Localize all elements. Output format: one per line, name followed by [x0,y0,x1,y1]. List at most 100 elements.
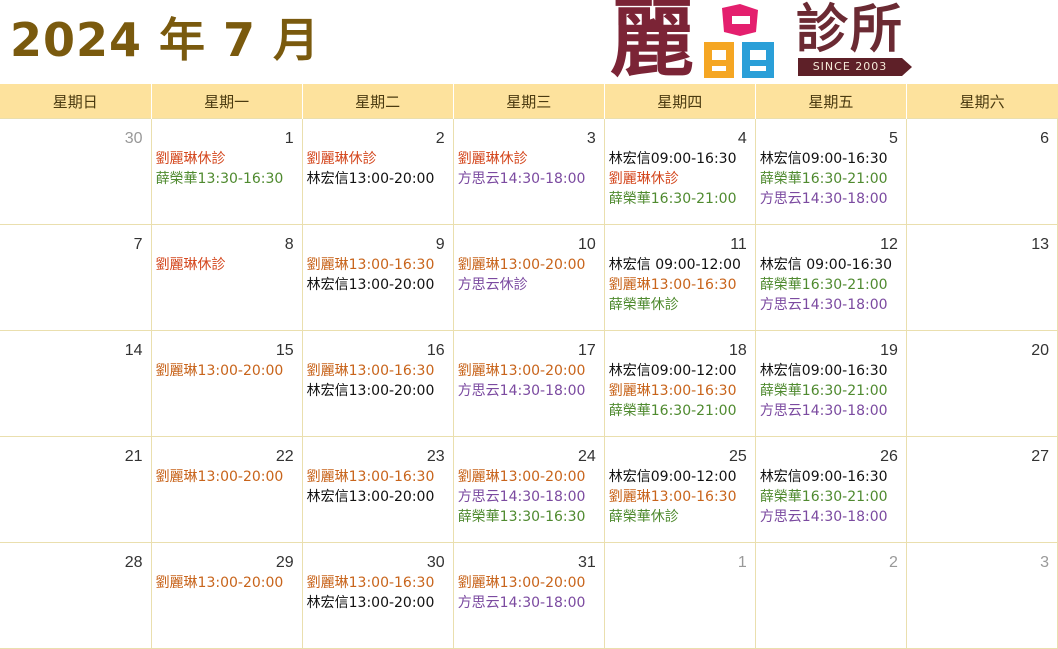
day-number: 31 [577,554,596,571]
day-cell[interactable]: 15 劉麗琳13:00-20:00 [150,330,303,437]
day-cell[interactable]: 22 劉麗琳13:00-20:00 [150,436,303,543]
day-number: 27 [1031,448,1049,465]
schedule-entry: 薛榮華13:30-16:30 [457,509,586,525]
day-cell[interactable]: 17 劉麗琳13:00-20:00 方思云14:30-18:00 [452,330,605,437]
weekday-header: 星期四 [603,84,756,119]
day-number: 24 [577,448,596,465]
day-cell[interactable]: 27 [905,436,1058,543]
schedule-entry: 林宏信13:00-20:00 [306,171,435,187]
schedule-entry: 劉麗琳13:00-16:30 [608,489,737,505]
calendar-body: 30 1 劉麗琳休診 薛榮華13:30-16:30 2 劉麗琳休診 林宏信13:00-20:… [0,118,1058,649]
schedule-entry: 林宏信09:00-16:30 [759,469,888,485]
schedule-entry: 林宏信09:00-16:30 [759,363,888,379]
schedule-entry: 薛榮華16:30-21:00 [608,403,737,419]
day-cell[interactable]: 1 [603,542,756,649]
day-number: 11 [730,236,747,253]
weekday-header: 星期二 [301,84,454,119]
day-cell[interactable]: 2 劉麗琳休診林宏信13:00-20:00 [301,118,454,225]
schedule-entry: 薛榮華休診 [608,509,679,525]
schedule-entry: 方思云14:30-18:00 [759,509,888,525]
day-cell[interactable]: 16 劉麗琳13:00-16:30 林宏信13:00-20:00 [301,330,454,437]
day-cell[interactable]: 24 劉麗琳13:00-20:00 方思云14:30-18:00 薛榮華13:30-1… [452,436,605,543]
day-cell[interactable]: 29 劉麗琳13:00-20:00 [150,542,303,649]
schedule-list: 劉麗琳13:00-20:00 [152,361,302,381]
schedule-entry: 林宏信09:00-12:00 [608,469,737,485]
schedule-list: 劉麗琳13:00-16:30 林宏信13:00-20:00 [303,573,453,613]
day-cell[interactable]: 25 林宏信09:00-12:00 劉麗琳13:00-16:30 薛榮華休診 [603,436,756,543]
day-cell[interactable]: 2 [754,542,907,649]
schedule-entry: 方思云14:30-18:00 [457,171,586,187]
day-cell[interactable]: 20 [905,330,1058,437]
day-number: 1 [284,130,294,147]
schedule-entry: 劉麗琳休診 [457,151,528,167]
schedule-entry: 林宏信13:00-20:00 [306,383,435,399]
schedule-entry: 劉麗琳13:00-16:30 [608,383,737,399]
day-number: 16 [426,342,445,359]
day-cell[interactable]: 5 林宏信09:00-16:30 薛榮華16:30-21:00 方思云14:30-18… [754,118,907,225]
week-row: 28 29 劉麗琳13:00-20:00 30 劉麗琳13:00-16:30 林宏信13:… [0,542,1058,649]
day-cell[interactable]: 18 林宏信09:00-12:00 劉麗琳13:00-16:30 薛榮華16:30-2… [603,330,756,437]
day-cell[interactable]: 28 [0,542,152,649]
schedule-list: 劉麗琳休診 [152,255,302,275]
day-number: 20 [1031,342,1049,359]
day-cell[interactable]: 4 林宏信09:00-16:30 劉麗琳休診 薛榮華16:30-21:00 [603,118,756,225]
clinic-logo: 麗 診所 SINCE 2003 [610,0,912,88]
day-cell[interactable]: 30 [0,118,152,225]
calendar-grid: 星期日 星期一 星期二 星期三 星期四 星期五 星期六 30 1 劉麗琳休診 薛榮華1… [0,84,1058,649]
schedule-entry: 方思云休診 [457,277,528,293]
schedule-list: 劉麗琳休診 薛榮華13:30-16:30 [152,149,302,189]
schedule-list: 劉麗琳13:00-20:00 [152,467,302,487]
day-cell[interactable]: 19 林宏信09:00-16:30 薛榮華16:30-21:00 方思云14:30-1… [754,330,907,437]
day-cell[interactable]: 26 林宏信09:00-16:30 薛榮華16:30-21:00 方思云14:30-1… [754,436,907,543]
day-cell[interactable]: 13 [905,224,1058,331]
schedule-entry: 林宏信09:00-12:00 [608,363,737,379]
day-cell[interactable]: 30 劉麗琳13:00-16:30 林宏信13:00-20:00 [301,542,454,649]
day-cell[interactable]: 12 林宏信 09:00-16:30 薛榮華16:30-21:00 方思云14:30-… [754,224,907,331]
day-number: 28 [124,554,143,571]
day-number: 15 [275,342,294,359]
weekday-header: 星期六 [905,84,1058,119]
schedule-list: 劉麗琳13:00-16:30 林宏信13:00-20:00 [303,467,453,507]
schedule-entry: 劉麗琳13:00-20:00 [155,575,284,591]
schedule-list: 劉麗琳13:00-20:00 方思云14:30-18:00 [454,573,604,613]
day-cell[interactable]: 3 劉麗琳休診 方思云14:30-18:00 [452,118,605,225]
schedule-entry: 林宏信13:00-20:00 [306,277,435,293]
schedule-entry: 劉麗琳13:00-16:30 [306,257,435,273]
weekday-header: 星期五 [754,84,907,119]
day-cell[interactable]: 1 劉麗琳休診 薛榮華13:30-16:30 [150,118,303,225]
day-cell[interactable]: 6 [905,118,1058,225]
day-cell[interactable]: 31 劉麗琳13:00-20:00 方思云14:30-18:00 [452,542,605,649]
day-cell[interactable]: 23 劉麗琳13:00-16:30 林宏信13:00-20:00 [301,436,454,543]
day-number: 25 [729,448,747,465]
day-cell[interactable]: 7 [0,224,152,331]
logo-mark-icon [704,4,774,78]
day-cell[interactable]: 11 林宏信 09:00-12:00 劉麗琳13:00-16:30 薛榮華休診 [603,224,756,331]
day-number: 3 [1040,554,1049,571]
schedule-entry: 林宏信 09:00-12:00 [608,257,741,273]
schedule-entry: 方思云14:30-18:00 [759,403,888,419]
day-cell[interactable]: 3 [905,542,1058,649]
day-number: 26 [880,448,898,465]
schedule-list: 林宏信09:00-16:30 薛榮華16:30-21:00 方思云14:30-18:… [756,149,906,209]
day-number: 9 [435,236,445,253]
logo-character: 麗 [610,0,695,88]
day-number: 10 [577,236,596,253]
schedule-list: 劉麗琳休診林宏信13:00-20:00 [303,149,453,189]
since-banner: SINCE 2003 [798,58,912,76]
schedule-list: 劉麗琳休診方思云14:30-18:00 [454,149,604,189]
day-cell[interactable]: 21 [0,436,152,543]
day-number: 18 [729,342,747,359]
day-number: 2 [435,130,445,147]
schedule-entry: 劉麗琳13:00-16:30 [608,277,737,293]
schedule-entry: 薛榮華13:30-16:30 [155,171,284,187]
schedule-entry: 劉麗琳休診 [306,151,377,167]
schedule-entry: 方思云14:30-18:00 [759,191,888,207]
day-cell[interactable]: 8 劉麗琳休診 [150,224,303,331]
day-number: 29 [275,554,294,571]
day-cell[interactable]: 9 劉麗琳13:00-16:30 林宏信13:00-20:00 [301,224,454,331]
schedule-entry: 薛榮華16:30-21:00 [759,383,888,399]
day-cell[interactable]: 10 劉麗琳13:00-20:00 方思云休診 [452,224,605,331]
day-cell[interactable]: 14 [0,330,152,437]
day-number: 13 [1031,236,1049,253]
weekday-header: 星期三 [452,84,605,119]
